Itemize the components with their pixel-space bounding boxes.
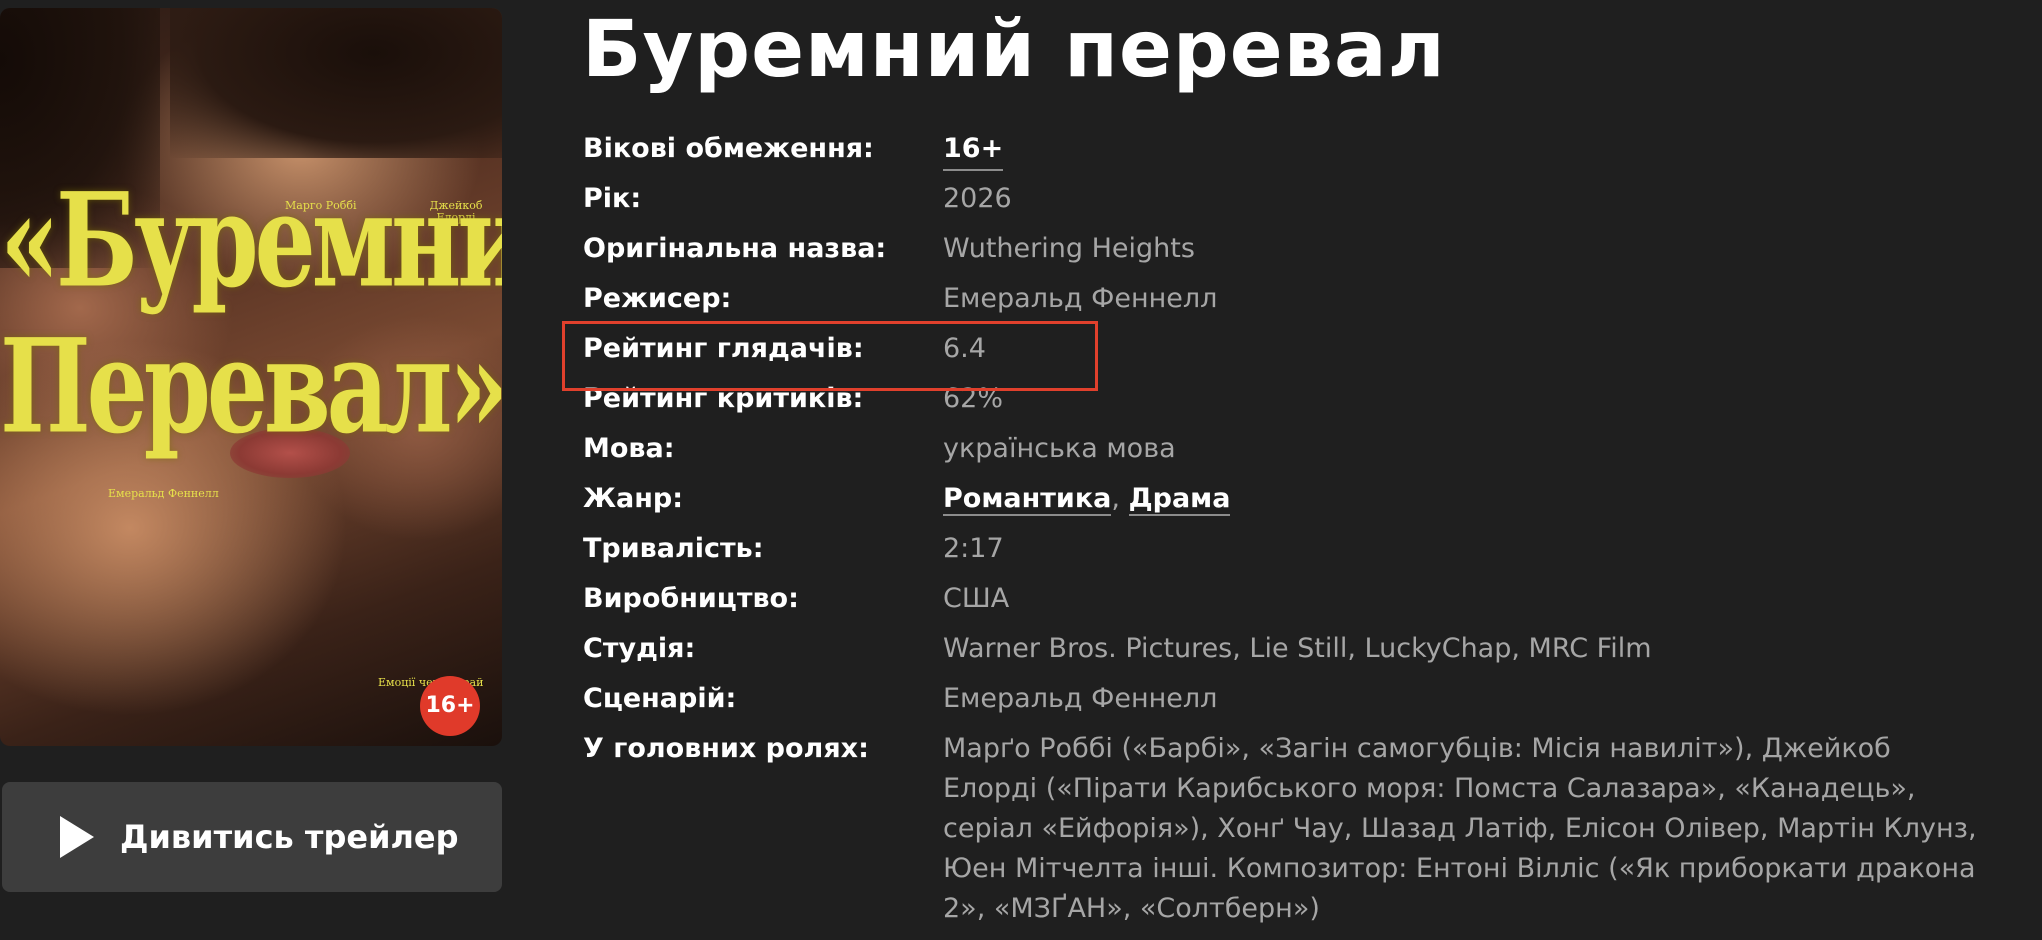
detail-row-genre: Жанр: Романтика, Драма [583, 474, 2023, 524]
genre-separator: , [1111, 483, 1129, 514]
genre-list: Романтика, Драма [943, 474, 1231, 524]
studio-value: Warner Bros. Pictures, Lie Still, LuckyC… [943, 633, 1652, 664]
detail-row-original-title: Оригінальна назва: Wuthering Heights [583, 224, 2023, 274]
screenplay-label: Сценарій: [583, 683, 737, 714]
detail-row-cast: У головних ролях: Марґо Роббі («Барбі», … [583, 724, 2023, 924]
detail-row-studio: Студія: Warner Bros. Pictures, Lie Still… [583, 624, 2023, 674]
studio-label: Студія: [583, 633, 696, 664]
detail-row-language: Мова: українська мова [583, 424, 2023, 474]
detail-row-year: Рік: 2026 [583, 174, 2023, 224]
cast-value: Марґо Роббі («Барбі», «Загін самогубців:… [943, 733, 1977, 924]
genre-label: Жанр: [583, 483, 684, 514]
year-value: 2026 [943, 183, 1012, 214]
poster-title: «Буремний Перевал» [0, 176, 502, 452]
genre-link-romance[interactable]: Романтика [943, 483, 1112, 516]
language-value: українська мова [943, 433, 1176, 464]
poster-hair [170, 8, 502, 158]
age-label: Вікові обмеження: [583, 133, 874, 164]
genre-link-drama[interactable]: Драма [1128, 483, 1231, 516]
poster-director-credit: Емеральд Феннелл [108, 487, 219, 500]
movie-page: Марго Роббі Джейкоб Елорді «Буремний Пер… [0, 0, 2042, 940]
audience-rating-highlight [562, 321, 1098, 391]
director-value: Емеральд Феннелл [943, 283, 1218, 314]
production-label: Виробництво: [583, 583, 799, 614]
year-label: Рік: [583, 183, 642, 214]
movie-details: Вікові обмеження: 16+ Рік: 2026 Оригінал… [583, 124, 2023, 924]
poster-title-line1: «Буремний [0, 164, 502, 317]
original-title-value: Wuthering Heights [943, 233, 1195, 264]
detail-row-duration: Тривалість: 2:17 [583, 524, 2023, 574]
detail-row-production: Виробництво: США [583, 574, 2023, 624]
play-icon [60, 816, 94, 862]
detail-row-age: Вікові обмеження: 16+ [583, 124, 2023, 174]
director-label: Режисер: [583, 283, 732, 314]
duration-value: 2:17 [943, 533, 1004, 564]
age-rating-link[interactable]: 16+ [943, 129, 1004, 171]
production-value: США [943, 583, 1010, 614]
page-title: Буремний перевал [582, 5, 1446, 95]
watch-trailer-label: Дивитись трейлер [120, 818, 459, 856]
movie-poster: Марго Роббі Джейкоб Елорді «Буремний Пер… [0, 8, 502, 746]
poster-title-line2: Перевал» [0, 310, 502, 463]
age-badge: 16+ [420, 676, 480, 736]
detail-row-director: Режисер: Емеральд Феннелл [583, 274, 2023, 324]
original-title-label: Оригінальна назва: [583, 233, 887, 264]
language-label: Мова: [583, 433, 675, 464]
screenplay-value: Емеральд Феннелл [943, 683, 1218, 714]
detail-row-screenplay: Сценарій: Емеральд Феннелл [583, 674, 2023, 724]
cast-label: У головних ролях: [583, 733, 869, 764]
watch-trailer-button[interactable]: Дивитись трейлер [2, 782, 502, 892]
duration-label: Тривалість: [583, 533, 764, 564]
